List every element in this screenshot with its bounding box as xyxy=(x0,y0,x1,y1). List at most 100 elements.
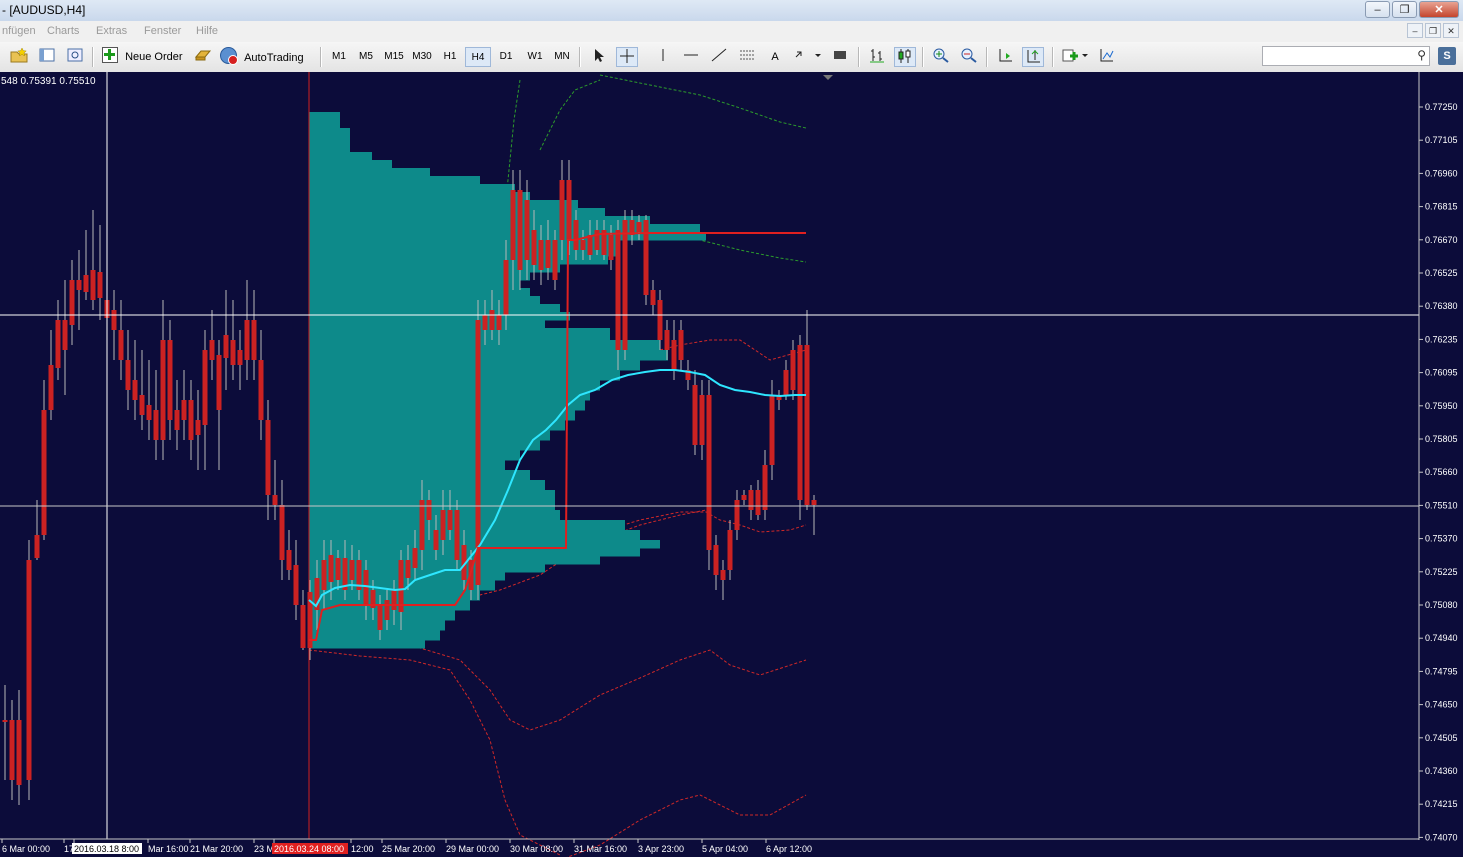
restore-icon[interactable]: ❐ xyxy=(1392,1,1417,18)
menu-item-window[interactable]: Fenster xyxy=(144,25,181,37)
window-titlebar: - [AUDUSD,H4] – ❐ ✕ xyxy=(0,0,1463,22)
favorites-folder-icon[interactable] xyxy=(8,47,30,67)
cursor-arrow-icon[interactable] xyxy=(588,47,610,67)
timeframe-m5-button[interactable]: M5 xyxy=(353,47,379,67)
price-label: 0.76095 xyxy=(1425,368,1458,378)
candle-bear xyxy=(482,315,488,330)
navigator-icon[interactable] xyxy=(64,47,86,67)
periods-icon[interactable] xyxy=(1096,47,1118,67)
time-label: 6 Apr 12:00 xyxy=(766,844,812,854)
indicators-dropdown-icon[interactable] xyxy=(1060,47,1090,67)
candle-bear xyxy=(34,535,40,558)
candle-bear xyxy=(811,500,817,505)
volume-profile-bar xyxy=(309,160,392,169)
timeframe-m15-button[interactable]: M15 xyxy=(381,47,407,67)
market-watch-icon[interactable] xyxy=(36,47,58,67)
timeframe-h1-button[interactable]: H1 xyxy=(437,47,463,67)
price-label: 0.75950 xyxy=(1425,401,1458,411)
candle-bear xyxy=(202,350,208,425)
autotrading-icon xyxy=(220,47,238,65)
candle-bear xyxy=(76,280,82,290)
price-chart[interactable]: 0.763400.75510 0.772500.771050.769600.76… xyxy=(0,72,1463,857)
zoom-out-icon[interactable] xyxy=(958,47,980,67)
candle-bear xyxy=(412,548,418,568)
chart-canvas[interactable]: 0.763400.75510 0.772500.771050.769600.76… xyxy=(0,72,1463,857)
autotrading-label: AutoTrading xyxy=(244,52,304,64)
candle-bear xyxy=(720,570,726,580)
menu-item-help[interactable]: Hilfe xyxy=(196,25,218,37)
candle-bear xyxy=(797,345,803,500)
time-label: 5 Apr 04:00 xyxy=(702,844,748,854)
toolbar-separator xyxy=(986,47,988,67)
close-icon[interactable]: ✕ xyxy=(1419,1,1459,18)
candle-bear xyxy=(692,385,698,445)
autotrading-button[interactable]: AutoTrading xyxy=(220,47,312,67)
bar-chart-icon[interactable] xyxy=(866,47,888,67)
timeframe-w1-button[interactable]: W1 xyxy=(522,47,548,67)
candle-bear xyxy=(643,220,649,295)
volume-profile-bar xyxy=(309,328,610,341)
candle-bear xyxy=(426,500,432,520)
timeframe-m1-button[interactable]: M1 xyxy=(326,47,352,67)
candle-bear xyxy=(132,380,138,400)
candle-bear xyxy=(300,605,306,648)
volume-profile-bar xyxy=(309,510,560,521)
candle-bear xyxy=(503,260,509,315)
volume-profile-bar xyxy=(309,640,425,649)
price-label: 0.75080 xyxy=(1425,600,1458,610)
volume-profile-bar xyxy=(309,152,372,161)
candle-bear xyxy=(734,500,740,530)
auto-scroll-icon[interactable] xyxy=(994,47,1016,67)
new-order-icon xyxy=(102,47,118,63)
price-label: 0.76670 xyxy=(1425,235,1458,245)
candle-bear xyxy=(783,370,789,395)
price-label: 0.75805 xyxy=(1425,434,1458,444)
timeframe-d1-button[interactable]: D1 xyxy=(493,47,519,67)
signals-icon[interactable]: S xyxy=(1438,47,1456,65)
channel-icon[interactable] xyxy=(736,47,758,67)
arrows-dropdown-icon[interactable] xyxy=(792,47,822,67)
vertical-line-icon[interactable] xyxy=(652,47,674,67)
trendline-icon[interactable] xyxy=(708,47,730,67)
candle-bear xyxy=(727,530,733,570)
mdi-restore-icon[interactable]: ❐ xyxy=(1425,23,1441,38)
new-order-button[interactable]: Neue Order xyxy=(102,47,188,67)
volume-profile-bar xyxy=(309,272,530,281)
horizontal-line-icon[interactable] xyxy=(680,47,702,67)
candle-bear xyxy=(496,315,502,330)
toolbar-separator xyxy=(858,47,860,67)
zoom-in-icon[interactable] xyxy=(930,47,952,67)
price-label: 0.74940 xyxy=(1425,633,1458,643)
search-icon[interactable]: ⚲ xyxy=(1417,48,1426,62)
menu-item-insert[interactable]: nfügen xyxy=(2,25,36,37)
search-input[interactable] xyxy=(1265,48,1409,66)
mdi-close-icon[interactable]: ✕ xyxy=(1443,23,1459,38)
minimize-icon[interactable]: – xyxy=(1365,1,1390,18)
text-tool-icon[interactable]: A xyxy=(764,47,786,67)
candle-bear xyxy=(62,320,68,350)
candle-bear xyxy=(608,235,614,260)
candle-bear xyxy=(167,340,173,420)
gold-bar-icon[interactable] xyxy=(192,47,214,67)
price-label: 0.77105 xyxy=(1425,135,1458,145)
time-label: 29 Mar 00:00 xyxy=(446,844,499,854)
time-label: 30 Mar 08:00 xyxy=(510,844,563,854)
rectangle-icon[interactable] xyxy=(829,47,851,67)
timeframe-m30-button[interactable]: M30 xyxy=(409,47,435,67)
timeframe-mn-button[interactable]: MN xyxy=(549,47,575,67)
candle-bear xyxy=(636,222,642,232)
candle-bear xyxy=(55,320,61,368)
candle-bear xyxy=(433,530,439,550)
timeframe-h4-button[interactable]: H4 xyxy=(465,47,491,67)
candle-bear xyxy=(622,220,628,350)
chart-shift-icon[interactable] xyxy=(1022,47,1044,67)
volume-profile-bar xyxy=(309,490,555,501)
crosshair-icon[interactable] xyxy=(616,47,638,67)
price-label: 0.76525 xyxy=(1425,268,1458,278)
menu-item-charts[interactable]: Charts xyxy=(47,25,79,37)
candlestick-chart-icon[interactable] xyxy=(894,47,916,67)
volume-profile-bar xyxy=(309,380,600,391)
candle-bear xyxy=(545,240,551,268)
mdi-minimize-icon[interactable]: – xyxy=(1407,23,1423,38)
menu-item-extras[interactable]: Extras xyxy=(96,25,127,37)
